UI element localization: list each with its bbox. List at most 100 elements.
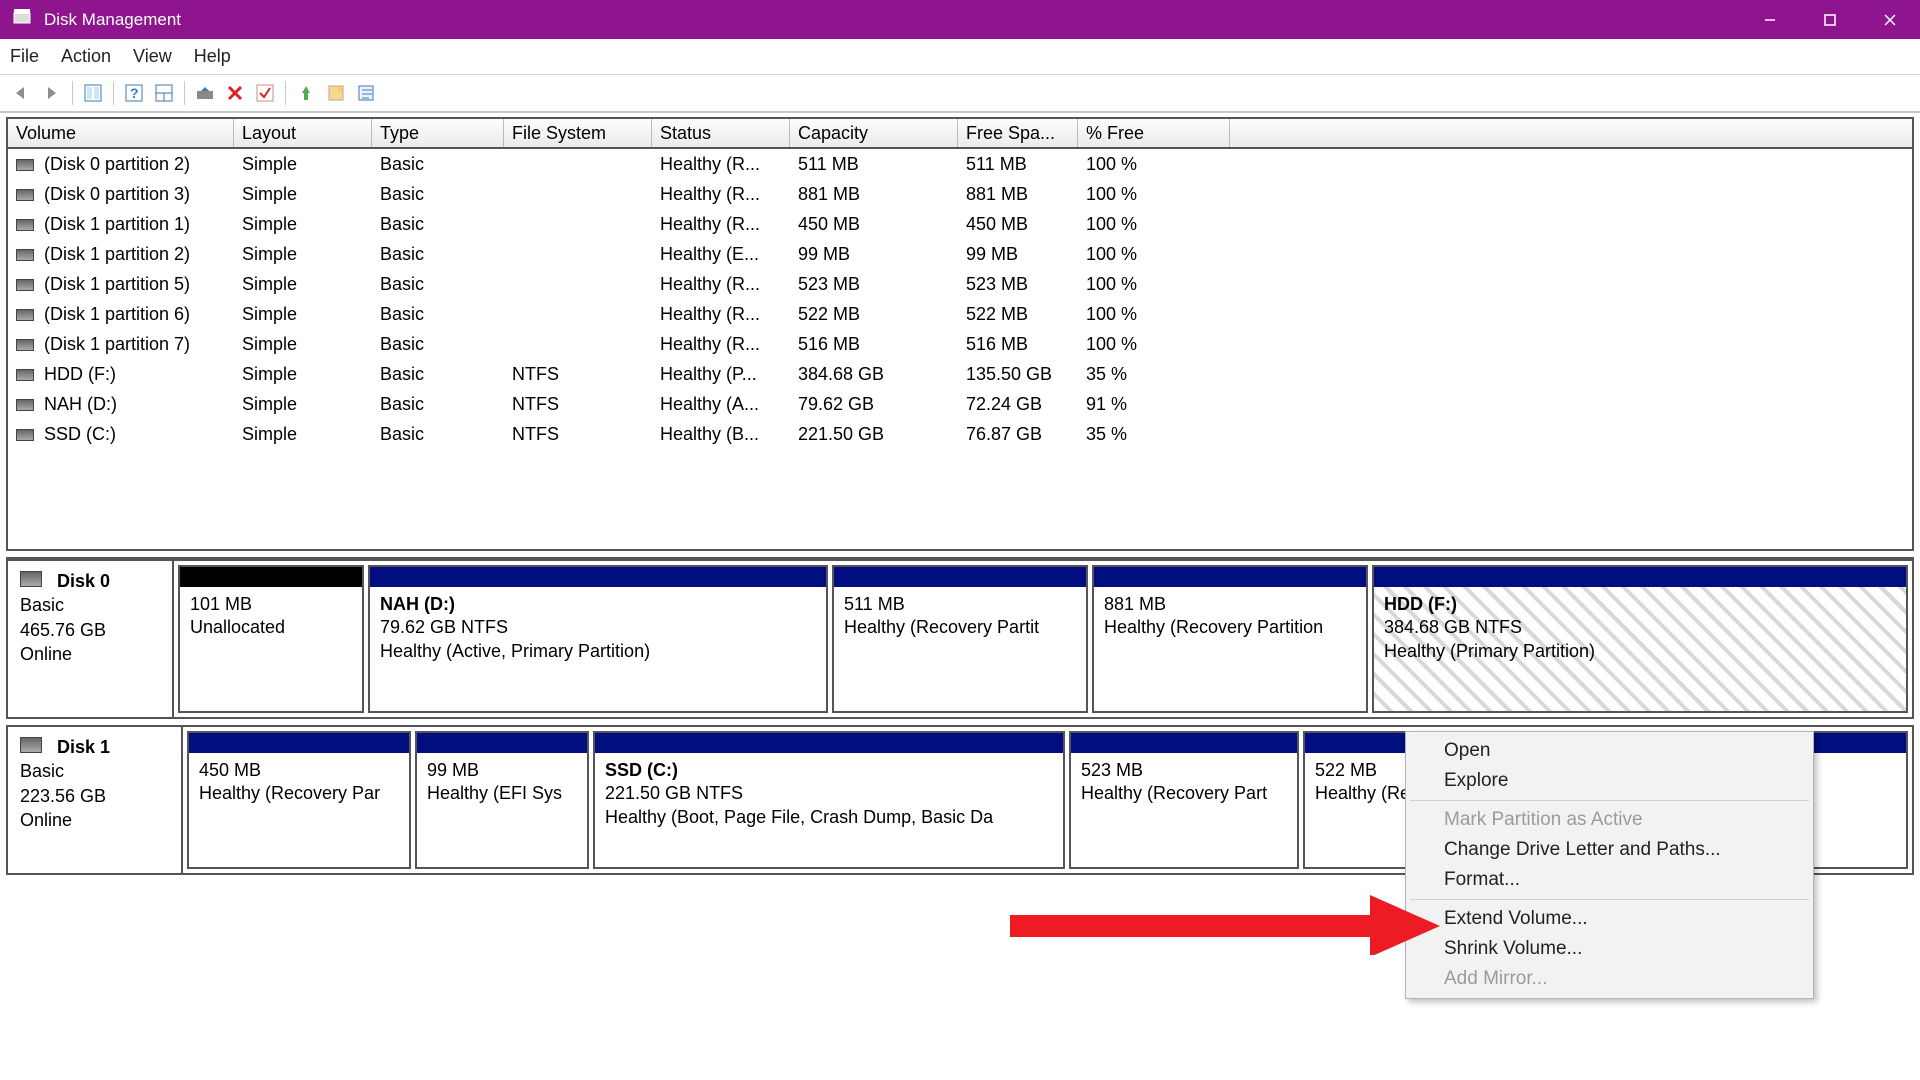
partition[interactable]: 523 MBHealthy (Recovery Part (1069, 731, 1299, 869)
disk-type: Basic (20, 595, 64, 615)
menu-view[interactable]: View (133, 46, 172, 67)
menu-item[interactable]: Extend Volume... (1408, 904, 1811, 934)
volume-row[interactable]: (Disk 1 partition 5)SimpleBasicHealthy (… (8, 269, 1912, 299)
disk-state: Online (20, 810, 72, 830)
wizard-icon[interactable] (324, 81, 348, 105)
action-icon[interactable] (294, 81, 318, 105)
volume-name: (Disk 1 partition 2) (44, 244, 190, 265)
eject-icon[interactable] (193, 81, 217, 105)
disk-icon (20, 571, 42, 587)
forward-icon[interactable] (40, 81, 64, 105)
properties-icon[interactable] (354, 81, 378, 105)
maximize-button[interactable] (1800, 0, 1860, 39)
disk-info[interactable]: Disk 1Basic223.56 GBOnline (8, 727, 183, 873)
volume-row[interactable]: (Disk 0 partition 3)SimpleBasicHealthy (… (8, 179, 1912, 209)
col-status[interactable]: Status (652, 119, 790, 147)
col-pct-free[interactable]: % Free (1078, 119, 1230, 147)
partition[interactable]: HDD (F:)384.68 GB NTFSHealthy (Primary P… (1372, 565, 1908, 713)
volume-row[interactable]: HDD (F:)SimpleBasicNTFSHealthy (P...384.… (8, 359, 1912, 389)
cell-capacity: 221.50 GB (790, 419, 958, 449)
check-icon[interactable] (253, 81, 277, 105)
partition[interactable]: NAH (D:)79.62 GB NTFSHealthy (Active, Pr… (368, 565, 828, 713)
col-volume[interactable]: Volume (8, 119, 234, 147)
partition-body: 101 MBUnallocated (180, 587, 362, 711)
partition-context-menu: OpenExploreMark Partition as ActiveChang… (1405, 731, 1814, 999)
drive-icon (16, 249, 34, 261)
col-layout[interactable]: Layout (234, 119, 372, 147)
drive-icon (16, 219, 34, 231)
menu-action[interactable]: Action (61, 46, 111, 67)
cell-fs (504, 149, 652, 179)
volume-row[interactable]: (Disk 1 partition 7)SimpleBasicHealthy (… (8, 329, 1912, 359)
cell-layout: Simple (234, 269, 372, 299)
show-hide-tree-icon[interactable] (81, 81, 105, 105)
volume-list: Volume Layout Type File System Status Ca… (6, 117, 1914, 551)
cell-type: Basic (372, 209, 504, 239)
menu-item[interactable]: Shrink Volume... (1408, 934, 1811, 964)
volume-row[interactable]: (Disk 1 partition 6)SimpleBasicHealthy (… (8, 299, 1912, 329)
menu-item[interactable]: Open (1408, 736, 1811, 766)
drive-icon (16, 369, 34, 381)
partition-body: 511 MBHealthy (Recovery Partit (834, 587, 1086, 711)
cell-free: 516 MB (958, 329, 1078, 359)
volume-name: (Disk 0 partition 3) (44, 184, 190, 205)
partition-size: 511 MB (844, 594, 905, 614)
col-capacity[interactable]: Capacity (790, 119, 958, 147)
cell-status: Healthy (R... (652, 299, 790, 329)
partition-color-bar (834, 567, 1086, 587)
cell-capacity: 516 MB (790, 329, 958, 359)
layout-icon[interactable] (152, 81, 176, 105)
menu-item[interactable]: Explore (1408, 766, 1811, 796)
cell-fs (504, 239, 652, 269)
partition[interactable]: 881 MBHealthy (Recovery Partition (1092, 565, 1368, 713)
partition[interactable]: 450 MBHealthy (Recovery Par (187, 731, 411, 869)
partition[interactable]: SSD (C:)221.50 GB NTFSHealthy (Boot, Pag… (593, 731, 1065, 869)
partition[interactable]: 99 MBHealthy (EFI Sys (415, 731, 589, 869)
volume-row[interactable]: NAH (D:)SimpleBasicNTFSHealthy (A...79.6… (8, 389, 1912, 419)
cell-layout: Simple (234, 329, 372, 359)
menu-item[interactable]: Format... (1408, 865, 1811, 895)
partition-size: 450 MB (199, 760, 261, 780)
cell-status: Healthy (B... (652, 419, 790, 449)
volume-name: (Disk 1 partition 1) (44, 214, 190, 235)
volume-row[interactable]: (Disk 1 partition 1)SimpleBasicHealthy (… (8, 209, 1912, 239)
cell-type: Basic (372, 179, 504, 209)
column-header-row: Volume Layout Type File System Status Ca… (8, 119, 1912, 149)
partition[interactable]: 101 MBUnallocated (178, 565, 364, 713)
cell-type: Basic (372, 419, 504, 449)
volume-row[interactable]: (Disk 0 partition 2)SimpleBasicHealthy (… (8, 149, 1912, 179)
drive-icon (16, 399, 34, 411)
close-button[interactable] (1860, 0, 1920, 39)
partition-color-bar (189, 733, 409, 753)
app-icon (12, 7, 32, 32)
menu-help[interactable]: Help (194, 46, 231, 67)
cell-capacity: 511 MB (790, 149, 958, 179)
partition-size: 522 MB (1315, 760, 1377, 780)
svg-text:?: ? (130, 85, 139, 101)
partition[interactable]: 511 MBHealthy (Recovery Partit (832, 565, 1088, 713)
volume-row[interactable]: SSD (C:)SimpleBasicNTFSHealthy (B...221.… (8, 419, 1912, 449)
window-title: Disk Management (44, 10, 1740, 30)
cell-free: 523 MB (958, 269, 1078, 299)
col-file-system[interactable]: File System (504, 119, 652, 147)
delete-icon[interactable] (223, 81, 247, 105)
col-free-space[interactable]: Free Spa... (958, 119, 1078, 147)
cell-pctfree: 100 % (1078, 329, 1230, 359)
minimize-button[interactable] (1740, 0, 1800, 39)
help-icon[interactable]: ? (122, 81, 146, 105)
disk-info[interactable]: Disk 0Basic465.76 GBOnline (8, 561, 174, 717)
col-filler (1230, 119, 1912, 147)
cell-status: Healthy (R... (652, 329, 790, 359)
cell-capacity: 79.62 GB (790, 389, 958, 419)
cell-fs: NTFS (504, 419, 652, 449)
cell-free: 881 MB (958, 179, 1078, 209)
menubar: File Action View Help (0, 39, 1920, 75)
partition-size: 384.68 GB NTFS (1384, 617, 1522, 637)
cell-fs: NTFS (504, 359, 652, 389)
menu-item[interactable]: Change Drive Letter and Paths... (1408, 835, 1811, 865)
volume-row[interactable]: (Disk 1 partition 2)SimpleBasicHealthy (… (8, 239, 1912, 269)
back-icon[interactable] (10, 81, 34, 105)
col-type[interactable]: Type (372, 119, 504, 147)
partition-body: 523 MBHealthy (Recovery Part (1071, 753, 1297, 867)
menu-file[interactable]: File (10, 46, 39, 67)
